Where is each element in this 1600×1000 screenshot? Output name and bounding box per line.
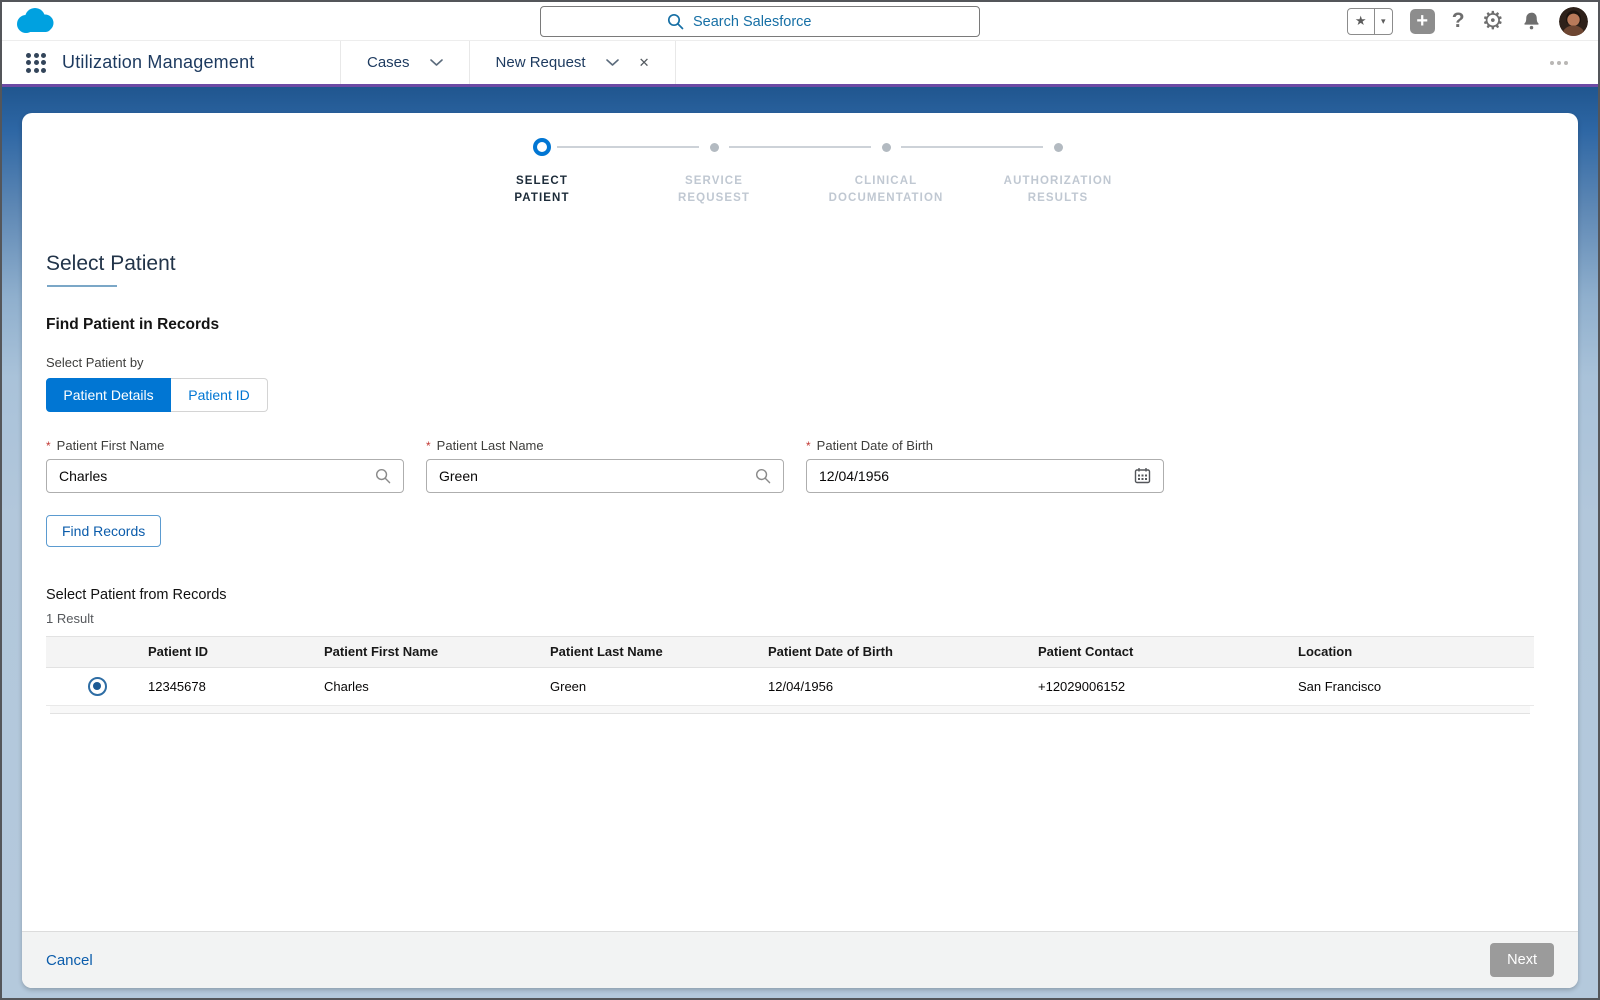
- header-actions: ★ ▾ + ? ⚙: [1346, 2, 1588, 40]
- patient-results-table: Patient ID Patient First Name Patient La…: [46, 635, 1534, 706]
- card-body: Select Patient Find Patient in Records S…: [22, 208, 1578, 932]
- last-name-input[interactable]: [439, 467, 755, 484]
- field-label: Patient Date of Birth: [816, 437, 934, 453]
- chevron-down-icon[interactable]: [429, 59, 443, 66]
- nav-divider: [675, 41, 677, 84]
- cancel-button[interactable]: Cancel: [46, 952, 93, 969]
- field-first-name: * Patient First Name: [46, 438, 404, 493]
- date-of-birth-input[interactable]: [819, 467, 1134, 484]
- step-authorization-results: AUTHORIZATION RESULTS: [901, 138, 1144, 208]
- toggle-patient-details[interactable]: Patient Details: [46, 377, 171, 412]
- column-header: Patient Contact: [1038, 635, 1298, 668]
- toggle-patient-id[interactable]: Patient ID: [171, 377, 268, 412]
- step-marker-active-icon: [533, 138, 551, 156]
- tab-cases-label: Cases: [367, 54, 410, 71]
- step-clinical-documentation: CLINICAL DOCUMENTATION: [729, 138, 972, 208]
- search-icon: [667, 13, 684, 30]
- table-footer-strip: [50, 705, 1530, 714]
- user-avatar[interactable]: [1559, 6, 1588, 36]
- cell-patient-id: 12345678: [148, 667, 324, 706]
- app-section: Utilization Management: [2, 41, 340, 84]
- step-service-request: SERVICE REQUSEST: [557, 138, 800, 208]
- chevron-down-icon[interactable]: [605, 59, 619, 66]
- search-fields-row: * Patient First Name *: [46, 438, 1554, 493]
- wizard-footer: Cancel Next: [22, 931, 1578, 988]
- field-label: Patient Last Name: [436, 437, 544, 453]
- results-section-title: Select Patient from Records: [46, 586, 227, 603]
- notifications-bell-icon[interactable]: [1521, 10, 1542, 32]
- app-nav-bar: Utilization Management Cases New Request…: [2, 40, 1598, 84]
- field-last-name: * Patient Last Name: [426, 438, 784, 493]
- select-patient-by-label: Select Patient by: [46, 354, 144, 370]
- select-by-toggle: Patient Details Patient ID: [46, 377, 268, 412]
- next-button[interactable]: Next: [1490, 943, 1554, 977]
- page-title: Select Patient: [46, 251, 176, 287]
- section-title: Find Patient in Records: [46, 315, 220, 333]
- step-marker-icon: [709, 142, 719, 152]
- favorites-star-icon[interactable]: ★: [1348, 9, 1374, 34]
- step-marker-icon: [1053, 142, 1063, 152]
- field-date-of-birth: * Patient Date of Birth: [806, 438, 1164, 493]
- cell-date-of-birth: 12/04/1956: [768, 667, 1038, 706]
- page-background: SELECT PATIENT SERVICE REQUSEST CLINICAL…: [2, 87, 1598, 998]
- cell-first-name: Charles: [324, 667, 550, 706]
- favorites-caret-icon[interactable]: ▾: [1373, 8, 1392, 34]
- column-header: Patient Date of Birth: [768, 635, 1038, 668]
- column-header: Patient ID: [148, 635, 324, 668]
- search-icon[interactable]: [755, 468, 771, 484]
- close-tab-icon[interactable]: ✕: [639, 55, 650, 71]
- cell-contact: +12029006152: [1038, 667, 1298, 706]
- global-search-input[interactable]: [693, 13, 853, 30]
- step-marker-icon: [881, 142, 891, 152]
- tab-new-request-label: New Request: [495, 54, 586, 71]
- calendar-icon[interactable]: [1134, 467, 1151, 484]
- step-label: SERVICE REQUSEST: [677, 175, 751, 205]
- setup-gear-icon[interactable]: ⚙: [1482, 8, 1504, 34]
- row-radio-selected[interactable]: [87, 676, 107, 696]
- help-icon[interactable]: ?: [1452, 9, 1465, 33]
- table-row[interactable]: 12345678 Charles Green 12/04/1956 +12029…: [46, 667, 1534, 706]
- tab-new-request[interactable]: New Request ✕: [468, 41, 676, 84]
- global-header: ★ ▾ + ? ⚙: [2, 2, 1598, 40]
- step-label: AUTHORIZATION RESULTS: [1003, 175, 1113, 205]
- table-header-row: Patient ID Patient First Name Patient La…: [46, 635, 1534, 668]
- step-select-patient: SELECT PATIENT: [456, 138, 628, 208]
- step-label: SELECT PATIENT: [514, 175, 570, 205]
- step-label: CLINICAL DOCUMENTATION: [828, 175, 944, 205]
- column-header: Patient First Name: [324, 635, 550, 668]
- app-launcher-waffle-icon[interactable]: [26, 52, 46, 73]
- global-actions-plus-icon[interactable]: +: [1409, 8, 1435, 34]
- tab-overflow-icon[interactable]: [1550, 41, 1568, 84]
- required-marker: *: [46, 438, 51, 453]
- cell-location: San Francisco: [1298, 667, 1534, 706]
- required-marker: *: [806, 438, 811, 453]
- new-request-card: SELECT PATIENT SERVICE REQUSEST CLINICAL…: [22, 113, 1578, 988]
- find-records-button[interactable]: Find Records: [46, 514, 162, 547]
- field-label: Patient First Name: [56, 437, 165, 453]
- global-search[interactable]: [540, 6, 980, 37]
- salesforce-cloud-logo-icon[interactable]: [12, 5, 58, 42]
- tab-cases[interactable]: Cases: [340, 41, 469, 84]
- app-name: Utilization Management: [62, 52, 255, 72]
- column-header: Patient Last Name: [550, 635, 768, 668]
- column-header-select: [46, 635, 148, 668]
- search-icon[interactable]: [375, 468, 391, 484]
- favorites-button-group: ★ ▾: [1346, 7, 1393, 35]
- results-count: 1 Result: [46, 610, 94, 626]
- required-marker: *: [426, 438, 431, 453]
- first-name-input[interactable]: [59, 467, 375, 484]
- progress-stepper: SELECT PATIENT SERVICE REQUSEST CLINICAL…: [22, 138, 1578, 208]
- column-header: Location: [1298, 635, 1534, 668]
- cell-last-name: Green: [550, 667, 768, 706]
- app-window: ★ ▾ + ? ⚙ Utilizati: [0, 0, 1600, 1000]
